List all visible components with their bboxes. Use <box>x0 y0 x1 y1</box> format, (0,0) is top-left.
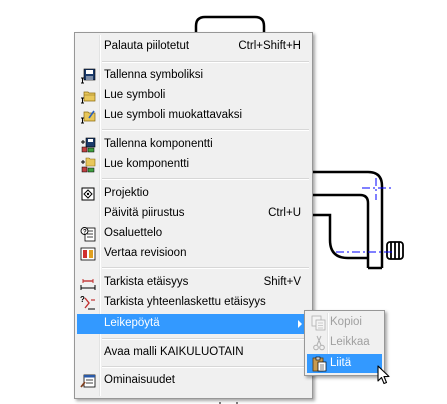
read-component-icon <box>81 157 96 173</box>
check-cumulative-distance-icon: ? <box>80 295 95 310</box>
submenu-item-label: Liitä <box>330 357 352 369</box>
menu-separator <box>102 338 309 340</box>
menu-item-open-model[interactable]: Avaa malli KAIKULUOTAIN <box>77 343 310 363</box>
save-component-icon <box>81 137 96 153</box>
menu-item-label: Avaa malli KAIKULUOTAIN <box>104 346 244 358</box>
menu-separator <box>102 366 309 368</box>
menu-item-label: Osaluettelo <box>104 227 163 239</box>
menu-item-shortcut: Shift+V <box>263 276 301 288</box>
menu-item-label: Ominaisuudet <box>104 374 175 386</box>
menu-separator <box>102 61 309 63</box>
menu-item-label: Projektio <box>104 187 149 199</box>
svg-text:?: ? <box>80 295 85 304</box>
menu-item-read-symbol-editable[interactable]: Lue symboli muokattavaksi <box>77 106 310 126</box>
menu-item-label: Tallenna komponentti <box>104 138 213 150</box>
menu-separator <box>102 267 309 269</box>
submenu-item-copy[interactable]: Kopioi <box>307 313 382 332</box>
menu-separator <box>102 178 309 180</box>
parts-list-icon: ? <box>80 227 96 242</box>
menu-item-parts-list[interactable]: ? Osaluettelo <box>77 224 310 244</box>
menu-item-clipboard[interactable]: Leikepöytä <box>77 314 310 334</box>
submenu-item-label: Leikkaa <box>330 336 370 348</box>
menu-item-compare-revision[interactable]: Vertaa revisioon <box>77 244 310 264</box>
menu-item-save-as-symbol[interactable]: Tallenna symboliksi <box>77 66 310 86</box>
copy-icon <box>311 315 326 331</box>
properties-icon <box>80 374 96 388</box>
menu-item-save-component[interactable]: Tallenna komponentti <box>77 135 310 155</box>
menu-item-label: Tarkista yhteenlaskettu etäisyys <box>104 296 266 308</box>
menu-item-check-distance[interactable]: Tarkista etäisyys Shift+V <box>77 273 310 293</box>
menu-item-shortcut: Ctrl+U <box>268 207 301 219</box>
projection-icon <box>81 187 95 201</box>
menu-item-update-drawing[interactable]: Päivitä piirustus Ctrl+U <box>77 204 310 224</box>
menu-item-label: Lue symboli <box>104 89 166 101</box>
menu-separator <box>102 129 309 131</box>
submenu-arrow-icon <box>298 320 302 328</box>
menu-item-restore-hidden[interactable]: Palauta piilotetut Ctrl+Shift+H <box>77 37 310 57</box>
cut-icon <box>313 335 325 351</box>
menu-item-shortcut: Ctrl+Shift+H <box>238 40 301 52</box>
save-symbol-icon <box>81 68 96 84</box>
context-menu: Palauta piilotetut Ctrl+Shift+H Tallenna… <box>74 32 313 399</box>
submenu-item-cut[interactable]: Leikkaa <box>307 333 382 352</box>
menu-item-projection[interactable]: Projektio <box>77 184 310 204</box>
mouse-cursor-icon <box>377 365 390 385</box>
menu-item-label: Palauta piilotetut <box>104 40 190 52</box>
menu-item-read-component[interactable]: Lue komponentti <box>77 155 310 175</box>
menu-item-check-cumulative-distance[interactable]: ? Tarkista yhteenlaskettu etäisyys <box>77 293 310 313</box>
menu-item-label: Päivitä piirustus <box>104 207 185 219</box>
svg-text:?: ? <box>83 230 87 236</box>
check-distance-icon <box>80 279 96 290</box>
menu-item-read-symbol[interactable]: Lue symboli <box>77 86 310 106</box>
paste-icon <box>312 356 327 372</box>
menu-item-label: Tarkista etäisyys <box>104 276 189 288</box>
menu-item-label: Lue komponentti <box>104 158 190 170</box>
read-symbol-icon <box>81 91 96 104</box>
read-symbol-editable-icon <box>81 110 96 124</box>
clipboard-submenu: Kopioi Leikkaa Liitä <box>304 310 385 376</box>
menu-item-label: Vertaa revisioon <box>104 247 187 259</box>
submenu-item-label: Kopioi <box>330 316 362 328</box>
menu-item-label: Lue symboli muokattavaksi <box>104 109 243 121</box>
submenu-item-paste[interactable]: Liitä <box>307 354 382 373</box>
menu-item-label: Leikepöytä <box>104 317 160 329</box>
menu-item-properties[interactable]: Ominaisuudet <box>77 371 310 391</box>
compare-revision-icon <box>80 247 96 261</box>
menu-item-label: Tallenna symboliksi <box>104 69 204 81</box>
